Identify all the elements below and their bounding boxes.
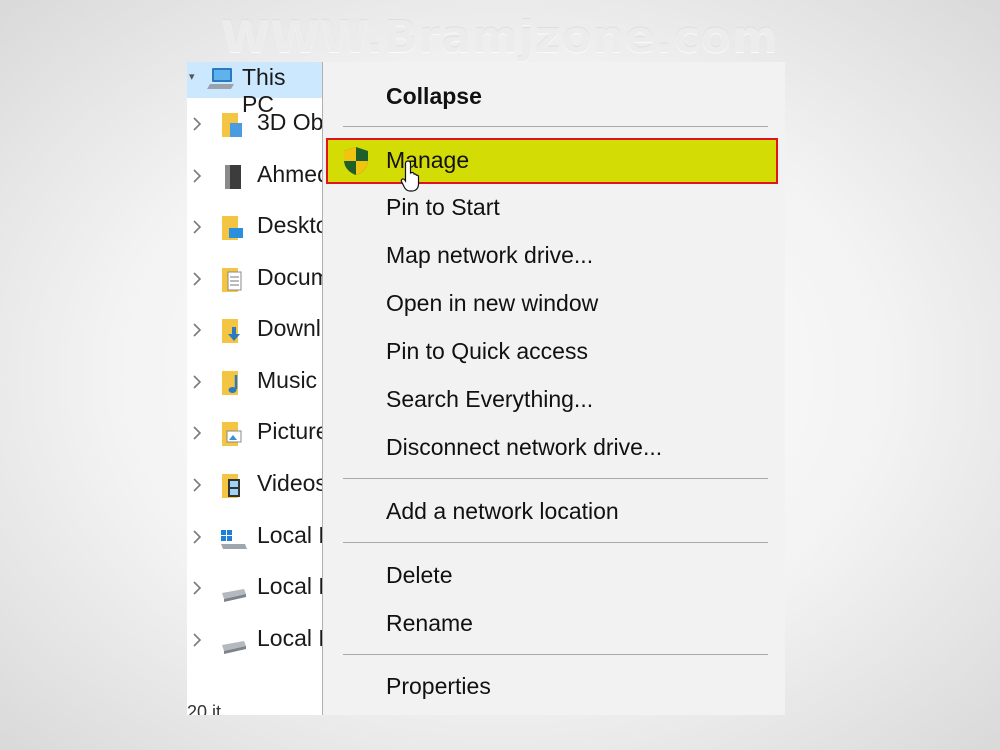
chevron-right-icon[interactable] bbox=[191, 372, 203, 392]
navigation-pane: ▾ This PC 3D Obj Ahmed Deskto Docum Down… bbox=[187, 62, 335, 715]
3d-objects-folder-icon bbox=[222, 113, 242, 137]
menu-item-label: Delete bbox=[386, 562, 453, 588]
nav-item-music[interactable]: Music bbox=[187, 362, 322, 413]
nav-item-3d-objects[interactable]: 3D Obj bbox=[187, 104, 329, 155]
nav-label: 3D Obj bbox=[257, 109, 329, 135]
menu-item-delete[interactable]: Delete bbox=[323, 554, 785, 600]
expand-caret-icon[interactable]: ▾ bbox=[189, 70, 195, 83]
pictures-folder-icon bbox=[222, 422, 242, 446]
status-bar-item-count: 20 it bbox=[187, 702, 222, 715]
menu-separator bbox=[343, 542, 768, 543]
menu-item-map-network-drive[interactable]: Map network drive... bbox=[323, 234, 785, 280]
chevron-right-icon[interactable] bbox=[191, 475, 203, 495]
chevron-right-icon[interactable] bbox=[191, 527, 203, 547]
menu-item-search-everything[interactable]: Search Everything... bbox=[323, 378, 785, 424]
menu-item-label: Add a network location bbox=[386, 498, 619, 524]
downloads-folder-icon bbox=[222, 319, 240, 343]
mouse-cursor-icon bbox=[400, 160, 420, 192]
screenshot-frame: ▾ This PC 3D Obj Ahmed Deskto Docum Down… bbox=[187, 62, 785, 715]
videos-folder-icon bbox=[222, 474, 240, 498]
nav-label: Videos bbox=[257, 470, 327, 496]
drive-icon bbox=[222, 589, 246, 602]
drive-icon bbox=[222, 641, 246, 654]
nav-item-desktop[interactable]: Deskto bbox=[187, 207, 329, 258]
nav-label: Picture bbox=[257, 418, 329, 444]
menu-item-label: Collapse bbox=[386, 83, 482, 109]
context-menu: Collapse Manage Pin to Start Map network… bbox=[322, 62, 785, 715]
menu-item-label: Rename bbox=[386, 610, 473, 636]
menu-item-open-new-window[interactable]: Open in new window bbox=[323, 282, 785, 328]
nav-label: Ahmed bbox=[257, 161, 330, 187]
menu-separator bbox=[343, 654, 768, 655]
chevron-right-icon[interactable] bbox=[191, 217, 203, 237]
menu-item-properties[interactable]: Properties bbox=[323, 665, 785, 711]
chevron-right-icon[interactable] bbox=[191, 114, 203, 134]
nav-item-downloads[interactable]: Downl bbox=[187, 310, 322, 361]
menu-item-label: Pin to Quick access bbox=[386, 338, 588, 364]
nav-label: Deskto bbox=[257, 212, 329, 238]
windows-drive-icon bbox=[221, 530, 247, 549]
chevron-right-icon[interactable] bbox=[191, 269, 203, 289]
documents-folder-icon bbox=[222, 268, 242, 292]
chevron-right-icon[interactable] bbox=[191, 423, 203, 443]
menu-item-label: Properties bbox=[386, 673, 491, 699]
computer-icon bbox=[207, 68, 234, 89]
menu-item-manage[interactable]: Manage bbox=[326, 138, 778, 184]
menu-item-disconnect-network-drive[interactable]: Disconnect network drive... bbox=[323, 426, 785, 472]
menu-item-label: Manage bbox=[386, 147, 470, 173]
watermark-text: WWW.Bramjzone.com bbox=[221, 12, 779, 63]
chevron-right-icon[interactable] bbox=[191, 630, 203, 650]
menu-item-add-network-location[interactable]: Add a network location bbox=[323, 490, 785, 536]
menu-item-label: Open in new window bbox=[386, 290, 599, 316]
chevron-right-icon[interactable] bbox=[191, 166, 203, 186]
menu-item-label: Search Everything... bbox=[386, 386, 594, 412]
nav-label: Downl bbox=[257, 315, 321, 341]
menu-item-rename[interactable]: Rename bbox=[323, 602, 785, 648]
menu-item-pin-to-start[interactable]: Pin to Start bbox=[323, 186, 785, 232]
nav-item-local-disk-e[interactable]: Local D bbox=[187, 620, 335, 671]
nav-item-this-pc[interactable]: ▾ This PC bbox=[187, 62, 322, 117]
nav-item-pictures[interactable]: Picture bbox=[187, 413, 329, 464]
nav-item-local-disk-d[interactable]: Local D bbox=[187, 568, 335, 619]
menu-item-label: Map network drive... bbox=[386, 242, 594, 268]
shield-icon bbox=[344, 147, 368, 175]
nav-label: Docum bbox=[257, 264, 330, 290]
desktop-folder-icon bbox=[222, 216, 243, 240]
nav-label: Music bbox=[257, 367, 318, 393]
music-folder-icon bbox=[222, 371, 238, 395]
menu-item-pin-quick-access[interactable]: Pin to Quick access bbox=[323, 330, 785, 376]
menu-item-collapse[interactable]: Collapse bbox=[323, 75, 785, 121]
menu-item-label: Pin to Start bbox=[386, 194, 500, 220]
chevron-right-icon[interactable] bbox=[191, 578, 203, 598]
menu-separator bbox=[343, 478, 768, 479]
chevron-right-icon[interactable] bbox=[191, 320, 203, 340]
nav-item-videos[interactable]: Videos bbox=[187, 465, 327, 516]
menu-separator bbox=[343, 126, 768, 127]
menu-item-label: Disconnect network drive... bbox=[386, 434, 663, 460]
nav-item-user[interactable]: Ahmed bbox=[187, 156, 330, 207]
user-device-icon bbox=[225, 165, 241, 189]
nav-item-local-disk-c[interactable]: Local D bbox=[187, 517, 335, 568]
nav-item-documents[interactable]: Docum bbox=[187, 259, 330, 310]
